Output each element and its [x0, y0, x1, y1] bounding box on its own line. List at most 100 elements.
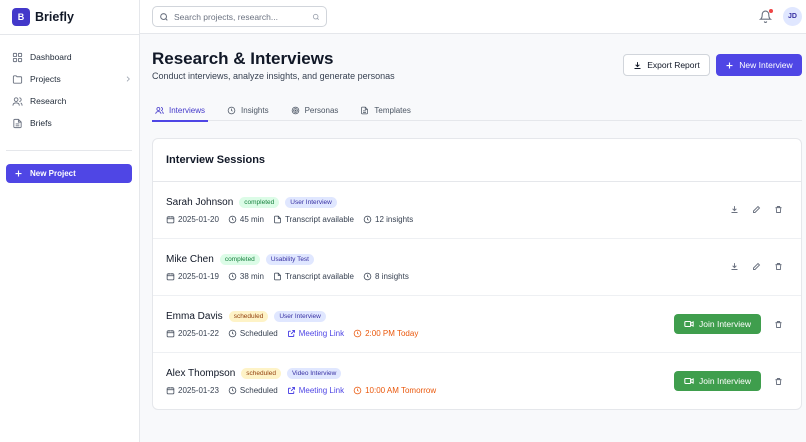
- chevron-right-icon[interactable]: [124, 75, 132, 83]
- export-report-label: Export Report: [647, 60, 700, 70]
- interview-sessions-card: Interview Sessions Sarah Johnson complet…: [152, 138, 802, 410]
- plus-icon: [726, 62, 733, 68]
- trash-icon[interactable]: [774, 205, 783, 214]
- new-interview-button[interactable]: New Interview: [716, 54, 802, 76]
- document-icon: [274, 272, 281, 281]
- meeting-link[interactable]: Meeting Link: [287, 386, 344, 395]
- download-icon[interactable]: [730, 205, 739, 214]
- table-row[interactable]: Mike Chen completed Usability Test 2025-…: [153, 239, 801, 296]
- row-actions: Join Interview: [674, 371, 783, 391]
- export-report-button[interactable]: Export Report: [623, 54, 710, 76]
- date-text: 2025-01-22: [178, 329, 219, 338]
- type-badge: User Interview: [274, 311, 326, 322]
- clock-icon: [353, 386, 362, 395]
- download-icon: [634, 61, 641, 69]
- dashboard-icon: [12, 52, 23, 62]
- avatar[interactable]: JD: [783, 7, 802, 26]
- calendar-icon: [166, 216, 175, 224]
- meta-duration: 45 min: [228, 215, 264, 224]
- meeting-link[interactable]: Meeting Link: [287, 329, 344, 338]
- card-title: Interview Sessions: [166, 154, 266, 166]
- meta-time: 2:00 PM Today: [353, 329, 418, 338]
- tab-interviews[interactable]: Interviews: [152, 99, 209, 122]
- tab-bar: Interviews Insights Personas Templates: [152, 99, 802, 122]
- meta-time: 10:00 AM Tomorrow: [353, 386, 436, 395]
- time-text: 10:00 AM Tomorrow: [365, 386, 437, 395]
- table-row[interactable]: Alex Thompson scheduled Video Interview …: [153, 353, 801, 410]
- search-input[interactable]: [174, 11, 304, 22]
- row-meta: 2025-01-22 Scheduled Meeting Link 2:00 P…: [166, 329, 427, 338]
- meta-duration: 38 min: [228, 272, 264, 281]
- calendar-icon: [166, 330, 175, 338]
- table-row[interactable]: Emma Davis scheduled User Interview 2025…: [153, 296, 801, 353]
- target-icon: [291, 106, 299, 114]
- sidebar-item-projects[interactable]: Projects: [12, 68, 132, 90]
- transcript-text: Transcript available: [284, 272, 355, 281]
- row-meta: 2025-01-20 45 min Transcript available 1…: [166, 215, 422, 224]
- plus-icon: [15, 170, 22, 177]
- sidebar-item-dashboard[interactable]: Dashboard: [12, 46, 132, 68]
- date-text: 2025-01-23: [178, 386, 219, 395]
- sidebar-item-label: Briefs: [30, 118, 52, 128]
- sidebar-item-research[interactable]: Research: [12, 90, 132, 112]
- row-header: Sarah Johnson completed User Interview: [166, 197, 337, 208]
- meta-date: 2025-01-23: [166, 386, 219, 395]
- join-interview-label: Join Interview: [699, 319, 751, 329]
- row-header: Mike Chen completed Usability Test: [166, 254, 314, 265]
- status-badge: scheduled: [241, 368, 281, 379]
- search-icon: [160, 12, 168, 21]
- type-badge: Video Interview: [286, 368, 342, 379]
- insights-text: 8 insights: [375, 272, 409, 281]
- video-icon: [684, 320, 694, 328]
- page-title: Research & Interviews: [152, 49, 334, 68]
- app-name: Briefly: [35, 10, 74, 24]
- trash-icon[interactable]: [774, 377, 783, 386]
- document-icon: [274, 215, 281, 224]
- meta-date: 2025-01-19: [166, 272, 219, 281]
- sidebar-item-briefs[interactable]: Briefs: [12, 112, 132, 134]
- notifications-button[interactable]: [759, 9, 773, 23]
- clock-icon: [228, 329, 237, 338]
- meta-duration: Scheduled: [228, 386, 278, 395]
- join-interview-button[interactable]: Join Interview: [674, 371, 761, 391]
- insights-icon: [363, 272, 372, 281]
- duration-text: Scheduled: [239, 329, 278, 338]
- duration-text: 45 min: [239, 215, 264, 224]
- clock-icon: [228, 386, 237, 395]
- row-actions: [717, 262, 783, 271]
- meta-insights: 12 insights: [363, 215, 413, 224]
- date-text: 2025-01-19: [178, 272, 219, 281]
- tab-label: Insights: [241, 105, 269, 115]
- join-interview-button[interactable]: Join Interview: [674, 314, 761, 334]
- status-badge: completed: [219, 254, 260, 265]
- table-row[interactable]: Sarah Johnson completed User Interview 2…: [153, 182, 801, 239]
- meeting-link-text: Meeting Link: [298, 329, 345, 338]
- status-badge: scheduled: [228, 311, 269, 322]
- download-icon[interactable]: [730, 262, 739, 271]
- sidebar: B Briefly Dashboard Projects Research Br…: [0, 0, 140, 442]
- edit-icon[interactable]: [752, 205, 761, 214]
- users-icon: [155, 106, 164, 114]
- trash-icon[interactable]: [774, 320, 783, 329]
- meta-duration: Scheduled: [228, 329, 278, 338]
- app-logo[interactable]: B Briefly: [12, 7, 74, 27]
- sidebar-divider: [6, 150, 132, 151]
- new-interview-label: New Interview: [739, 60, 793, 70]
- edit-icon[interactable]: [752, 262, 761, 271]
- status-badge: completed: [239, 197, 280, 208]
- tab-insights[interactable]: Insights: [224, 99, 272, 121]
- document-icon: [13, 118, 22, 128]
- tab-templates[interactable]: Templates: [357, 99, 413, 121]
- tab-label: Templates: [374, 105, 411, 115]
- notification-dot: [769, 9, 773, 13]
- trash-icon[interactable]: [774, 262, 783, 271]
- meta-date: 2025-01-22: [166, 329, 219, 338]
- tab-personas[interactable]: Personas: [288, 99, 342, 121]
- calendar-icon: [166, 387, 175, 395]
- row-header: Alex Thompson scheduled Video Interview: [166, 368, 342, 379]
- new-project-label: New Project: [30, 169, 76, 178]
- meta-transcript: Transcript available: [273, 272, 354, 281]
- search-box[interactable]: [152, 6, 327, 27]
- search-submit-icon[interactable]: [312, 13, 320, 21]
- new-project-button[interactable]: New Project: [6, 164, 132, 183]
